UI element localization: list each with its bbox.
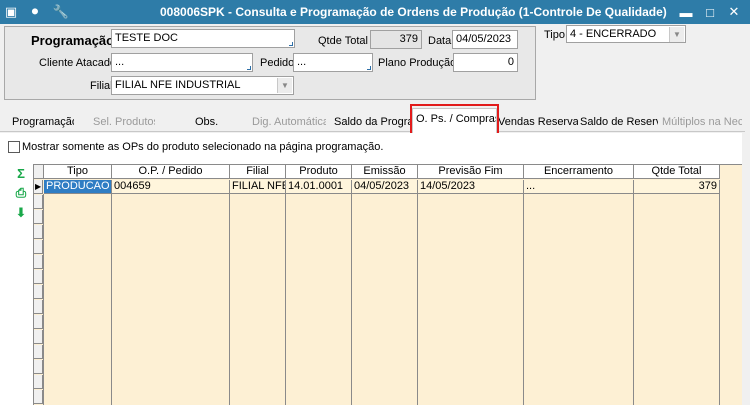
export-icon[interactable]: ⎙ bbox=[14, 185, 28, 200]
row-indicator bbox=[34, 375, 43, 389]
plano-value: 0 bbox=[507, 56, 514, 68]
filter-checkbox-label: Mostrar somente as OPs do produto seleci… bbox=[22, 141, 384, 153]
data-field[interactable]: 04/05/2023 bbox=[452, 30, 518, 49]
grid-line bbox=[523, 194, 524, 405]
row-indicator bbox=[34, 225, 43, 239]
chevron-down-icon[interactable]: ▼ bbox=[669, 27, 684, 42]
table-cell[interactable]: FILIAL NFE bbox=[230, 180, 286, 194]
data-value: 04/05/2023 bbox=[456, 33, 512, 45]
lookup-corner-icon bbox=[289, 42, 293, 46]
restore-button[interactable]: □ bbox=[700, 3, 720, 21]
col-header-previsao-fim[interactable]: Previsão Fim bbox=[418, 165, 524, 179]
plano-label: Plano Produção bbox=[378, 57, 457, 69]
table-cell[interactable]: 04/05/2023 bbox=[352, 180, 418, 194]
grid-corner bbox=[34, 165, 44, 179]
tab-ops-compras[interactable]: O. Ps. / Compras bbox=[412, 108, 497, 133]
grid-line bbox=[229, 194, 230, 405]
col-header-qtde-total[interactable]: Qtde Total bbox=[634, 165, 720, 179]
plano-field[interactable]: 0 bbox=[453, 53, 518, 72]
row-indicator bbox=[34, 330, 43, 344]
col-header-tipo[interactable]: Tipo bbox=[44, 165, 112, 179]
pedido-field[interactable]: ... bbox=[293, 53, 373, 72]
row-indicator bbox=[34, 345, 43, 359]
window-title: 008006SPK - Consulta e Programação de Or… bbox=[160, 5, 667, 19]
grid-line bbox=[351, 194, 352, 405]
pedido-value: ... bbox=[297, 56, 307, 68]
tipo-value: 4 - ENCERRADO bbox=[570, 28, 657, 40]
qtde-total-value: 379 bbox=[399, 33, 418, 45]
row-indicator bbox=[34, 270, 43, 284]
row-indicator bbox=[34, 315, 43, 329]
traffic-light-icon[interactable]: ⚫ bbox=[26, 3, 44, 21]
data-grid: Tipo O.P. / Pedido Filial Produto Emissã… bbox=[33, 164, 742, 405]
chevron-down-icon[interactable]: ▼ bbox=[277, 78, 292, 93]
grid-line bbox=[417, 194, 418, 405]
grid-line bbox=[111, 194, 112, 405]
qtde-total-field[interactable]: 379 bbox=[370, 30, 422, 49]
row-indicator bbox=[34, 195, 43, 209]
grid-line bbox=[43, 194, 44, 405]
pedido-label: Pedido bbox=[260, 57, 295, 69]
col-header-op-pedido[interactable]: O.P. / Pedido bbox=[112, 165, 230, 179]
qtde-total-label: Qtde Total bbox=[318, 35, 368, 47]
row-indicator bbox=[34, 255, 43, 269]
expand-down-icon[interactable]: ⬇ bbox=[14, 205, 28, 220]
programacao-field[interactable]: TESTE DOC bbox=[111, 29, 295, 48]
col-header-emissao[interactable]: Emissão bbox=[352, 165, 418, 179]
row-indicator bbox=[34, 210, 43, 224]
table-cell[interactable]: 004659 bbox=[112, 180, 230, 194]
lookup-corner-icon bbox=[247, 66, 251, 70]
row-indicator bbox=[34, 285, 43, 299]
tab-saldo-programacao[interactable]: Saldo da Programação bbox=[334, 116, 411, 134]
filial-value: FILIAL NFE INDUSTRIAL bbox=[115, 79, 241, 91]
row-indicator bbox=[34, 240, 43, 254]
title-bar: ▣ ⚫ 🔧 008006SPK - Consulta e Programação… bbox=[0, 0, 750, 24]
row-indicator bbox=[34, 390, 43, 404]
tab-sel-produtos[interactable]: Sel. Produtos bbox=[93, 116, 155, 134]
tipo-label: Tipo bbox=[544, 29, 565, 41]
close-button[interactable]: ✕ bbox=[724, 3, 744, 21]
tab-programacao[interactable]: Programação bbox=[12, 116, 74, 134]
table-cell[interactable]: PRODUCAO bbox=[44, 180, 112, 194]
lookup-corner-icon bbox=[367, 66, 371, 70]
table-cell[interactable]: ... bbox=[524, 180, 634, 194]
cliente-value: ... bbox=[115, 56, 125, 68]
filter-checkbox[interactable] bbox=[8, 141, 20, 153]
programacao-value: TESTE DOC bbox=[115, 32, 178, 44]
table-cell[interactable]: 14/05/2023 bbox=[418, 180, 524, 194]
row-indicator bbox=[34, 360, 43, 374]
row-indicator bbox=[34, 300, 43, 314]
grid-line bbox=[285, 194, 286, 405]
grid-line bbox=[719, 194, 720, 405]
row-indicator-icon: ▶ bbox=[34, 180, 43, 194]
cliente-label: Cliente Atacado bbox=[39, 57, 117, 69]
sum-icon[interactable]: Σ bbox=[14, 166, 28, 181]
tab-multiplos-necessidade[interactable]: Múltiplos na Necessidade bbox=[662, 116, 742, 134]
tab-vendas-reservadas[interactable]: Vendas Reservadas bbox=[498, 116, 578, 134]
tipo-select[interactable]: 4 - ENCERRADO ▼ bbox=[566, 25, 686, 43]
cliente-field[interactable]: ... bbox=[111, 53, 253, 72]
tab-dig-automatica[interactable]: Dig. Automática bbox=[252, 116, 326, 134]
filial-select[interactable]: FILIAL NFE INDUSTRIAL ▼ bbox=[111, 76, 294, 95]
col-header-encerramento[interactable]: Encerramento bbox=[524, 165, 634, 179]
table-cell[interactable]: 379 bbox=[634, 180, 720, 194]
grid-line bbox=[633, 194, 634, 405]
col-header-filial[interactable]: Filial bbox=[230, 165, 286, 179]
wrench-icon[interactable]: 🔧 bbox=[52, 3, 70, 21]
data-label: Data bbox=[428, 35, 452, 47]
tab-saldo-reserva[interactable]: Saldo de Reserva bbox=[580, 116, 658, 134]
app-menu-icon[interactable]: ▣ bbox=[2, 3, 20, 21]
table-cell[interactable]: 14.01.0001 bbox=[286, 180, 352, 194]
programacao-label: Programação bbox=[31, 33, 115, 48]
col-header-produto[interactable]: Produto bbox=[286, 165, 352, 179]
filial-label: Filial bbox=[90, 80, 113, 92]
minimize-button[interactable]: ▬ bbox=[676, 3, 696, 21]
tab-obs[interactable]: Obs. bbox=[195, 116, 219, 134]
